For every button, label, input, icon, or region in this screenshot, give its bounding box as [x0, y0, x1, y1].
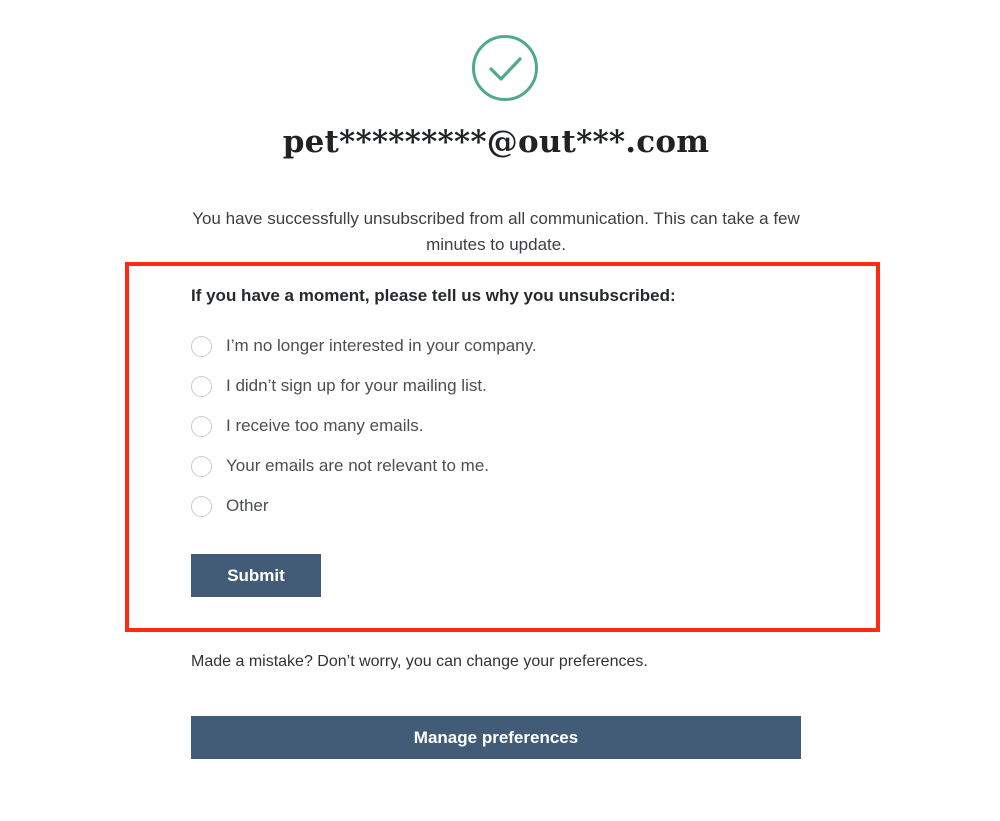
reason-option[interactable]: Other	[191, 486, 537, 526]
check-circle-icon-svg	[472, 35, 538, 101]
reason-option[interactable]: I’m no longer interested in your company…	[191, 326, 537, 366]
radio-button[interactable]	[191, 335, 212, 357]
check-circle-icon	[471, 34, 539, 102]
manage-preferences-button[interactable]: Manage preferences	[191, 716, 801, 759]
survey-question: If you have a moment, please tell us why…	[191, 286, 676, 305]
reason-label: Other	[226, 496, 269, 515]
radio-button[interactable]	[191, 375, 212, 397]
masked-email-title: pet*********@out***.com	[282, 124, 710, 160]
reason-label: I receive too many emails.	[226, 416, 424, 435]
reason-list: I’m no longer interested in your company…	[191, 326, 537, 526]
reason-label: I didn’t sign up for your mailing list.	[226, 376, 487, 395]
unsubscribe-success-message: You have successfully unsubscribed from …	[192, 209, 800, 254]
reason-option[interactable]: I receive too many emails.	[191, 406, 537, 446]
radio-button[interactable]	[191, 415, 212, 437]
radio-button[interactable]	[191, 455, 212, 477]
reason-option[interactable]: Your emails are not relevant to me.	[191, 446, 537, 486]
reason-option[interactable]: I didn’t sign up for your mailing list.	[191, 366, 537, 406]
mistake-message: Made a mistake? Don’t worry, you can cha…	[191, 653, 648, 670]
reason-label: I’m no longer interested in your company…	[226, 336, 537, 355]
submit-button[interactable]: Submit	[191, 554, 321, 597]
reason-label: Your emails are not relevant to me.	[226, 456, 490, 475]
radio-button[interactable]	[191, 495, 212, 517]
